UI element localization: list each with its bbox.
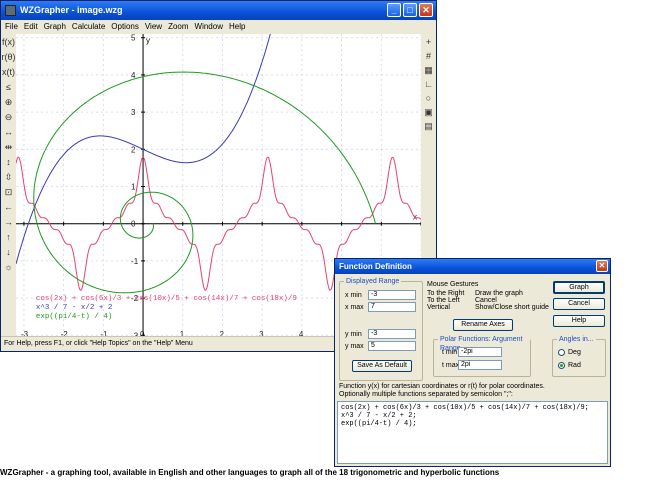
y-tick-label: 5: [131, 34, 136, 43]
main-title-bar[interactable]: WZGrapher - image.wzg _ □ ✕: [1, 1, 436, 20]
legend-entry: x^3 / 7 - x/2 + 2: [36, 303, 113, 312]
zoom-y-out-icon[interactable]: ⇳: [2, 171, 15, 183]
gesture-vertical-label: Vertical: [427, 304, 450, 311]
pan-up-icon[interactable]: ↑: [2, 231, 15, 243]
zoom-window-icon[interactable]: ⊡: [2, 186, 15, 198]
save-as-default-button[interactable]: Save As Default: [352, 360, 412, 372]
legend-entry: cos(2x) + cos(6x)/3 + cos(10x)/5 + cos(1…: [36, 295, 297, 303]
y-tick-label: 2: [131, 145, 136, 154]
rename-axes-button[interactable]: Rename Axes: [453, 319, 513, 331]
function-definition-dialog: Function Definition ✕ Displayed Range x …: [334, 258, 611, 467]
menu-zoom[interactable]: Zoom: [165, 20, 191, 34]
menu-help[interactable]: Help: [226, 20, 248, 34]
tmin-label: t min: [442, 349, 458, 356]
image-icon[interactable]: ▤: [422, 120, 435, 132]
ymax-input[interactable]: 5: [368, 341, 416, 351]
y-tick-label: 0: [131, 220, 136, 229]
menu-file[interactable]: File: [1, 20, 21, 34]
y-tick-label: 1: [131, 183, 136, 192]
polar-grid-icon[interactable]: ○: [422, 92, 435, 104]
tmax-input[interactable]: 2pi: [458, 360, 502, 370]
polar-func-icon[interactable]: r(θ): [2, 51, 16, 63]
angles-title: Angles in...: [557, 335, 596, 344]
gesture-vertical-action: Show/Close short guide: [475, 304, 549, 311]
zoom-out-icon[interactable]: ⊖: [2, 111, 15, 123]
displayed-range-group: Displayed Range x min -3 x max 7 y min -…: [339, 277, 423, 381]
cancel-button[interactable]: Cancel: [553, 298, 605, 310]
function-hint-line2: Optionally multiple functions separated …: [339, 391, 513, 398]
graph-button[interactable]: Graph: [553, 281, 605, 294]
xmax-input[interactable]: 7: [368, 302, 416, 312]
menu-view[interactable]: View: [142, 20, 165, 34]
close-button[interactable]: ✕: [419, 3, 433, 17]
displayed-range-title: Displayed Range: [344, 277, 402, 286]
menu-bar: File Edit Graph Calculate Options View Zoom Win…: [1, 20, 436, 34]
function-line: cos(2x) + cos(6x)/3 + cos(10x)/5 + cos(1…: [341, 404, 589, 412]
rad-label: Rad: [568, 362, 581, 369]
pan-down-icon[interactable]: ↓: [2, 246, 15, 258]
tmax-label: t max: [442, 362, 460, 369]
functions-textarea[interactable]: cos(2x) + cos(6x)/3 + cos(10x)/5 + cos(1…: [337, 401, 608, 464]
dialog-close-button[interactable]: ✕: [596, 260, 608, 272]
grid-fine-icon[interactable]: ▦: [422, 64, 435, 76]
help-button[interactable]: Help: [553, 315, 605, 327]
app-icon: [5, 5, 16, 16]
rad-radio[interactable]: [558, 362, 565, 369]
legend-entry: exp((pi/4-t) / 4): [36, 313, 113, 321]
inequality-icon[interactable]: ≤: [2, 81, 15, 93]
menu-calculate[interactable]: Calculate: [69, 20, 108, 34]
xmin-label: x min: [345, 292, 362, 299]
dialog-title: Function Definition: [339, 262, 412, 271]
menu-options[interactable]: Options: [108, 20, 142, 34]
tmin-input[interactable]: -2pi: [458, 347, 502, 357]
y-tick-label: 3: [131, 108, 136, 117]
maximize-button[interactable]: □: [403, 3, 417, 17]
pan-left-icon[interactable]: ←: [2, 201, 15, 213]
grid-icon[interactable]: #: [422, 50, 435, 62]
menu-window[interactable]: Window: [192, 20, 226, 34]
gear-icon[interactable]: ☼: [2, 261, 15, 273]
function-line: x^3 / 7 - x/2 + 2;: [341, 412, 417, 420]
y-tick-label: -1: [131, 257, 139, 266]
zoom-y-in-icon[interactable]: ↕: [2, 156, 15, 168]
ymin-label: y min: [345, 331, 362, 338]
cartesian-func-icon[interactable]: f(x): [2, 36, 15, 48]
pan-right-icon[interactable]: →: [2, 216, 15, 228]
zoom-in-icon[interactable]: ⊕: [2, 96, 15, 108]
xmin-input[interactable]: -3: [368, 290, 416, 300]
left-toolbar: f(x) r(θ) x(t) ≤ ⊕ ⊖ ↔ ⇹ ↕ ⇳ ⊡ ← → ↑ ↓ ☼: [1, 34, 16, 338]
dialog-title-bar[interactable]: Function Definition ✕: [335, 259, 610, 274]
axes-icon[interactable]: +: [422, 36, 435, 48]
page-caption: WZGrapher - a graphing tool, available i…: [0, 468, 500, 477]
angles-group: Angles in... Deg Rad: [552, 335, 606, 377]
y-axis-label: y: [146, 36, 150, 45]
color-icon[interactable]: ▣: [422, 106, 435, 118]
minimize-button[interactable]: _: [387, 3, 401, 17]
ymin-input[interactable]: -3: [368, 329, 416, 339]
param-func-icon[interactable]: x(t): [2, 66, 15, 78]
window-title: WZGrapher - image.wzg: [20, 5, 123, 15]
xmax-label: x max: [345, 304, 364, 311]
zoom-x-in-icon[interactable]: ↔: [2, 126, 15, 138]
menu-graph[interactable]: Graph: [41, 20, 69, 34]
function-line: exp((pi/4-t) / 4);: [341, 420, 417, 428]
log-axes-icon[interactable]: ∟: [422, 78, 435, 90]
deg-label: Deg: [568, 349, 581, 356]
zoom-x-out-icon[interactable]: ⇹: [2, 141, 15, 153]
menu-edit[interactable]: Edit: [21, 20, 41, 34]
deg-radio[interactable]: [558, 349, 565, 356]
ymax-label: y max: [345, 343, 364, 350]
polar-range-group: Polar Functions: Argument Range t min -2…: [433, 335, 531, 377]
mouse-gestures-title: Mouse Gestures: [427, 281, 479, 288]
